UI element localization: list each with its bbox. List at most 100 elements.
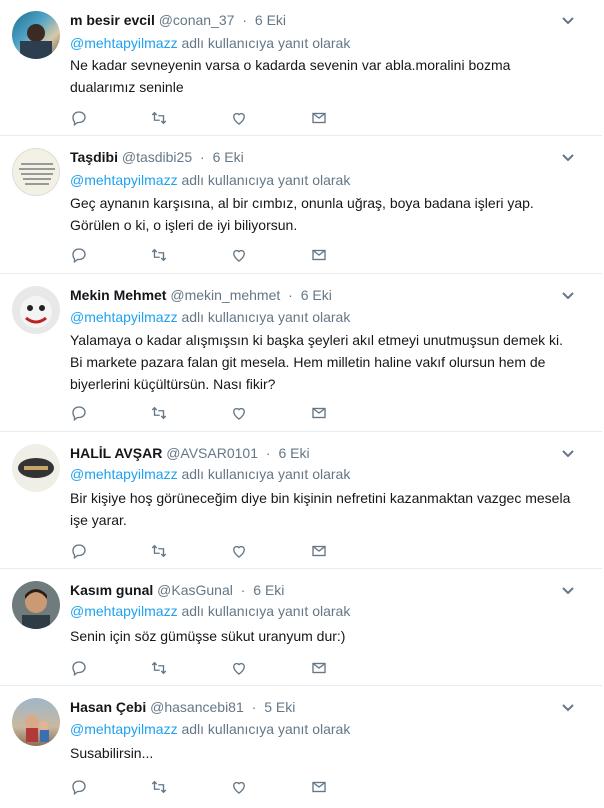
tweet-actions [70,777,390,797]
chevron-down-icon[interactable] [560,699,576,715]
tweet-actions [70,108,390,128]
tweet-text: Geç aynanın karşısına, al bir cımbız, on… [70,195,534,233]
tweet-date[interactable]: 5 Eki [264,699,295,715]
tweet[interactable]: m besir evcil @conan_37 · 6 Eki @mehtapy… [0,0,602,136]
tweet-header: Kasım gunal @KasGunal · 6 Eki [70,580,562,600]
avatar-photo [25,715,49,742]
avatar[interactable] [12,286,60,334]
reply-context-text: adlı kullanıcıya yanıt olarak [181,309,351,325]
separator: · [200,149,205,165]
retweet-button[interactable] [150,541,230,561]
reply-context-text: adlı kullanıcıya yanıt olarak [181,721,351,737]
envelope-icon [312,781,326,793]
tweet-text: Yalamaya o kadar alışmışsın ki başka şey… [70,332,564,392]
dm-button[interactable] [310,403,390,423]
chevron-down-icon[interactable] [560,12,576,28]
reply-button[interactable] [70,245,150,265]
tweet-header: Taşdibi @tasdibi25 · 6 Eki [70,147,562,167]
dm-button[interactable] [310,541,390,561]
heart-icon [233,781,245,794]
author-name[interactable]: Mekin Mehmet [70,287,166,303]
reply-button[interactable] [70,108,150,128]
retweet-icon [151,661,167,675]
like-button[interactable] [230,108,310,128]
mention-link[interactable]: @mehtapyilmazz [70,172,178,188]
mention-link[interactable]: @mehtapyilmazz [70,35,178,51]
chevron-down-icon[interactable] [560,149,576,165]
author-handle[interactable]: @KasGunal [157,582,233,598]
tweet-date[interactable]: 6 Eki [278,445,309,461]
avatar-logo [18,458,54,478]
chevron-down-icon[interactable] [560,287,576,303]
author-handle[interactable]: @AVSAR0101 [166,445,258,461]
reply-context: @mehtapyilmazz adlı kullanıcıya yanıt ol… [70,307,350,327]
reply-context-text: adlı kullanıcıya yanıt olarak [181,172,351,188]
tweet-actions [70,541,390,561]
reply-button[interactable] [70,403,150,423]
reply-context-text: adlı kullanıcıya yanıt olarak [181,466,351,482]
dm-button[interactable] [310,777,390,797]
tweet-text: Ne kadar sevneyenin varsa o kadarda seve… [70,57,511,95]
tweet-date[interactable]: 6 Eki [253,582,284,598]
tweet[interactable]: Kasım gunal @KasGunal · 6 Eki @mehtapyil… [0,570,602,686]
tweet[interactable]: HALİL AVŞAR @AVSAR0101 · 6 Eki @mehtapyi… [0,433,602,569]
avatar[interactable] [12,444,60,492]
like-button[interactable] [230,777,310,797]
chevron-down-icon[interactable] [560,445,576,461]
avatar-photo [20,296,52,328]
author-name[interactable]: Kasım gunal [70,582,153,598]
separator: · [288,287,293,303]
heart-icon [233,545,245,558]
author-name[interactable]: Hasan Çebi [70,699,146,715]
retweet-button[interactable] [150,245,230,265]
dm-button[interactable] [310,108,390,128]
avatar[interactable] [12,581,60,629]
like-button[interactable] [230,245,310,265]
reply-context-text: adlı kullanıcıya yanıt olarak [181,35,351,51]
mention-link[interactable]: @mehtapyilmazz [70,603,178,619]
retweet-icon [151,780,167,794]
avatar[interactable] [12,698,60,746]
reply-context: @mehtapyilmazz adlı kullanıcıya yanıt ol… [70,719,350,739]
retweet-button[interactable] [150,658,230,678]
mention-link[interactable]: @mehtapyilmazz [70,721,178,737]
avatar-photo [22,589,50,629]
envelope-icon [312,407,326,419]
mention-link[interactable]: @mehtapyilmazz [70,309,178,325]
retweet-button[interactable] [150,403,230,423]
tweet-text: Senin için söz gümüşse sükut uranyum dur… [70,628,346,644]
author-name[interactable]: m besir evcil [70,12,155,28]
retweet-button[interactable] [150,777,230,797]
avatar[interactable] [12,11,60,59]
heart-icon [233,407,245,420]
separator: · [251,699,257,715]
author-handle[interactable]: @tasdibi25 [122,149,192,165]
dm-button[interactable] [310,658,390,678]
author-handle[interactable]: @mekin_mehmet [170,287,280,303]
reply-button[interactable] [70,777,150,797]
dm-button[interactable] [310,245,390,265]
reply-context: @mehtapyilmazz adlı kullanıcıya yanıt ol… [70,464,350,484]
tweet-date[interactable]: 6 Eki [255,12,286,28]
like-button[interactable] [230,658,310,678]
tweet[interactable]: Taşdibi @tasdibi25 · 6 Eki @mehtapyilmaz… [0,137,602,274]
tweet-text: Susabilirsin... [70,745,154,761]
tweet[interactable]: Mekin Mehmet @mekin_mehmet · 6 Eki @meht… [0,275,602,432]
like-button[interactable] [230,403,310,423]
author-handle[interactable]: @conan_37 [159,12,235,28]
avatar[interactable] [12,148,60,196]
mention-link[interactable]: @mehtapyilmazz [70,466,178,482]
like-button[interactable] [230,541,310,561]
tweet-date[interactable]: 6 Eki [301,287,332,303]
tweet-date[interactable]: 6 Eki [213,149,244,165]
tweet[interactable]: Hasan Çebi @hasancebi81 · 5 Eki @mehtapy… [0,687,602,808]
author-name[interactable]: HALİL AVŞAR [70,445,162,461]
author-handle[interactable]: @hasancebi81 [150,699,244,715]
reply-icon [72,780,86,796]
reply-button[interactable] [70,658,150,678]
author-name[interactable]: Taşdibi [70,149,118,165]
envelope-icon [312,249,326,261]
retweet-button[interactable] [150,108,230,128]
chevron-down-icon[interactable] [560,582,576,598]
reply-button[interactable] [70,541,150,561]
